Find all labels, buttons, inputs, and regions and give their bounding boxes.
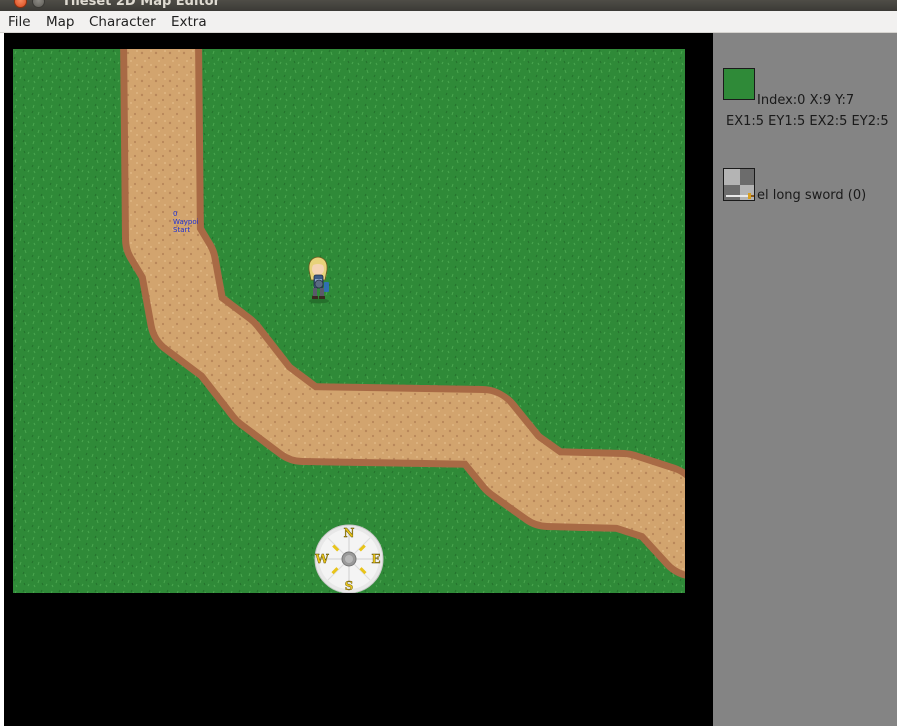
item-name-label: el long sword (0) xyxy=(757,188,867,203)
menu-map[interactable]: Map xyxy=(46,14,75,30)
side-panel: Index:0 X:9 Y:7 EX1:5 EY1:5 EX2:5 EY2:5 … xyxy=(713,33,897,726)
map-tiles xyxy=(13,49,685,593)
map-editor-window: Tileset 2D Map Editor File Map Character… xyxy=(0,0,897,726)
tile-extents-label: EX1:5 EY1:5 EX2:5 EY2:5 xyxy=(726,114,889,129)
tile-preview-swatch[interactable] xyxy=(723,68,755,100)
compass-south: S xyxy=(345,579,354,593)
waypoint-index: 0 xyxy=(173,210,178,218)
waypoint-name: Waypoi xyxy=(173,218,199,226)
close-icon[interactable] xyxy=(14,0,27,8)
title-bar: Tileset 2D Map Editor xyxy=(0,0,897,11)
waypoint-marker[interactable]: 0 Waypoi Start xyxy=(173,210,199,234)
tile-info-label: Index:0 X:9 Y:7 xyxy=(757,93,855,108)
map-viewport[interactable]: 0 Waypoi Start N E S W xyxy=(4,33,713,726)
compass-icon[interactable]: N E S W xyxy=(313,523,385,593)
map-canvas[interactable]: 0 Waypoi Start N E S W xyxy=(13,49,685,593)
menu-character[interactable]: Character xyxy=(89,14,156,30)
compass-east: E xyxy=(371,552,380,566)
compass-west: W xyxy=(314,552,329,566)
window-title: Tileset 2D Map Editor xyxy=(62,0,220,9)
menu-extra[interactable]: Extra xyxy=(171,14,207,30)
menu-file[interactable]: File xyxy=(8,14,31,30)
sword-icon xyxy=(724,169,754,200)
minimize-icon[interactable] xyxy=(32,0,45,8)
compass-north: N xyxy=(344,526,355,540)
waypoint-type: Start xyxy=(173,226,191,234)
character-sprite-icon[interactable] xyxy=(303,254,333,304)
menu-bar: File Map Character Extra xyxy=(0,11,897,33)
item-preview-thumbnail[interactable] xyxy=(723,168,755,201)
